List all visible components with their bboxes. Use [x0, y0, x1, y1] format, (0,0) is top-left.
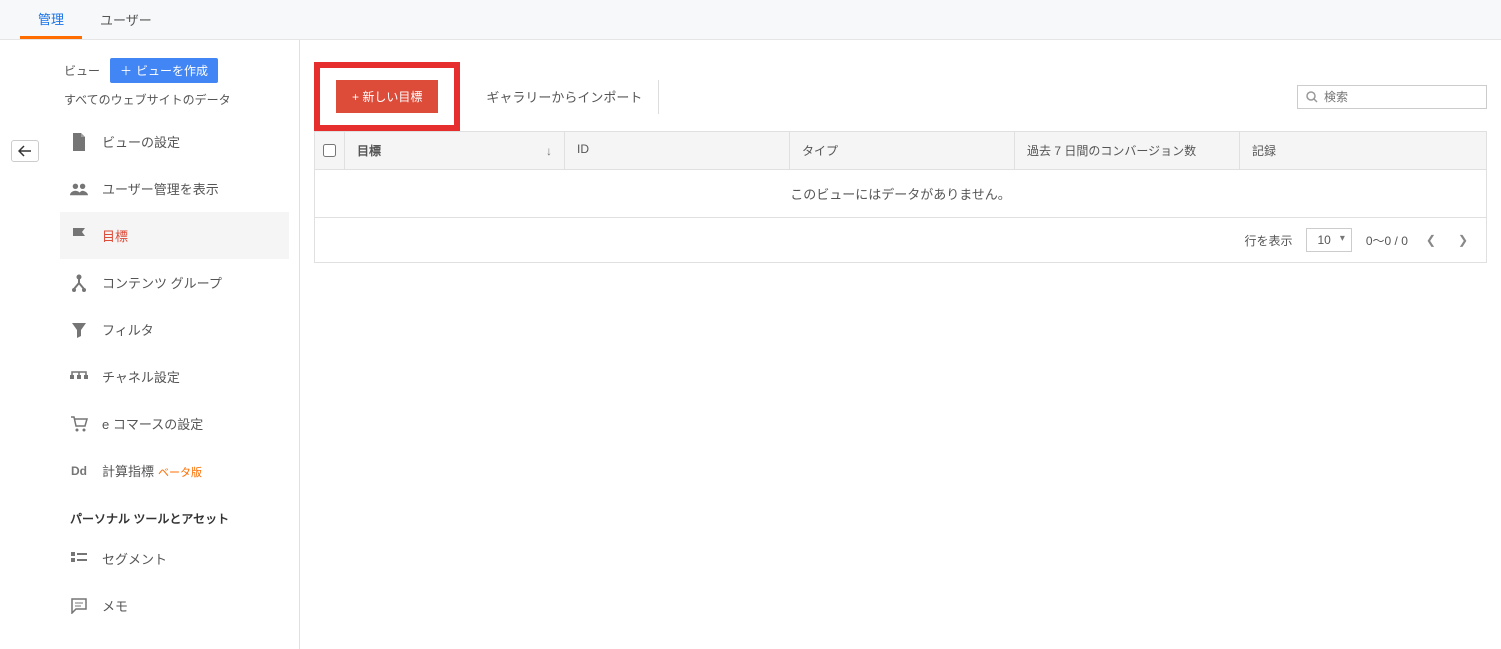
sidebar-item-goals[interactable]: 目標	[60, 212, 289, 259]
cart-icon	[70, 415, 88, 433]
note-icon	[70, 597, 88, 615]
sidebar-item-label: 計算指標ベータ版	[102, 461, 202, 480]
plus-icon: ＋	[120, 62, 132, 79]
dd-icon: Dd	[70, 462, 88, 480]
sidebar-item-label: チャネル設定	[102, 367, 180, 386]
highlight-box: + 新しい目標	[314, 62, 460, 131]
table-header: 目標 ↓ ID タイプ 過去 7 日間のコンバージョン数 記録	[315, 132, 1486, 170]
rows-label: 行を表示	[1244, 232, 1292, 249]
main-area: ビュー ＋ ビューを作成 すべてのウェブサイトのデータ ビューの設定 ユーザー管…	[0, 40, 1501, 649]
funnel-icon	[70, 321, 88, 339]
search-box[interactable]	[1297, 85, 1487, 109]
col-type[interactable]: タイプ	[790, 132, 1015, 169]
next-page-button[interactable]: ❯	[1454, 233, 1472, 247]
segment-icon	[70, 550, 88, 568]
sidebar-item-content-groups[interactable]: コンテンツ グループ	[60, 259, 289, 306]
sidebar-item-notes[interactable]: メモ	[60, 582, 289, 629]
create-view-label: ビューを作成	[136, 62, 208, 79]
sidebar-item-ecommerce[interactable]: e コマースの設定	[60, 400, 289, 447]
channel-icon	[70, 368, 88, 386]
beta-badge: ベータ版	[158, 467, 202, 479]
sidebar-item-label: コンテンツ グループ	[102, 273, 222, 292]
toolbar: + 新しい目標 ギャラリーからインポート	[314, 62, 1487, 131]
import-from-gallery-button[interactable]: ギャラリーからインポート	[470, 80, 659, 114]
sidebar-item-calc-metrics[interactable]: Dd 計算指標ベータ版	[60, 447, 289, 494]
sidebar-item-segments[interactable]: セグメント	[60, 535, 289, 582]
sidebar: ビュー ＋ ビューを作成 すべてのウェブサイトのデータ ビューの設定 ユーザー管…	[50, 40, 300, 649]
sidebar-item-label: メモ	[102, 596, 128, 615]
content-area: + 新しい目標 ギャラリーからインポート 目標 ↓ ID タイプ 過去 7 日間…	[300, 40, 1501, 649]
col-id[interactable]: ID	[565, 132, 790, 169]
flag-icon	[70, 227, 88, 245]
sort-arrow-icon: ↓	[546, 144, 552, 158]
sidebar-item-channel-settings[interactable]: チャネル設定	[60, 353, 289, 400]
page-range: 0～0 / 0	[1366, 232, 1408, 249]
people-icon	[70, 180, 88, 198]
empty-state-message: このビューにはデータがありません。	[315, 170, 1486, 218]
sidebar-item-label: ユーザー管理を表示	[102, 179, 219, 198]
create-view-button[interactable]: ＋ ビューを作成	[110, 58, 218, 83]
view-all-data-label[interactable]: すべてのウェブサイトのデータ	[60, 91, 289, 108]
search-input[interactable]	[1324, 90, 1479, 104]
view-header: ビュー ＋ ビューを作成	[60, 58, 289, 83]
goals-table: 目標 ↓ ID タイプ 過去 7 日間のコンバージョン数 記録 このビューにはデ…	[314, 131, 1487, 263]
table-footer: 行を表示 10 0～0 / 0 ❮ ❯	[315, 218, 1486, 262]
rows-per-page-select[interactable]: 10	[1306, 228, 1351, 252]
personal-tools-heading: パーソナル ツールとアセット	[60, 494, 289, 535]
select-all-checkbox[interactable]	[315, 132, 345, 169]
new-goal-button[interactable]: + 新しい目標	[336, 80, 438, 113]
tab-user[interactable]: ユーザー	[82, 0, 170, 39]
split-icon	[70, 274, 88, 292]
col-record[interactable]: 記録	[1240, 132, 1486, 169]
sidebar-item-label: ビューの設定	[102, 132, 180, 151]
sidebar-item-label: フィルタ	[102, 320, 154, 339]
back-icon[interactable]	[11, 140, 39, 162]
view-label: ビュー	[64, 62, 100, 79]
sidebar-item-label: 目標	[102, 226, 128, 245]
sidebar-item-filters[interactable]: フィルタ	[60, 306, 289, 353]
toolbar-left: + 新しい目標 ギャラリーからインポート	[314, 62, 659, 131]
left-rail	[0, 40, 50, 649]
sidebar-item-label: セグメント	[102, 549, 167, 568]
sidebar-item-label: e コマースの設定	[102, 414, 203, 433]
top-tabs: 管理 ユーザー	[0, 0, 1501, 40]
search-icon	[1306, 91, 1318, 103]
sidebar-item-view-settings[interactable]: ビューの設定	[60, 118, 289, 165]
prev-page-button[interactable]: ❮	[1422, 233, 1440, 247]
tab-admin[interactable]: 管理	[20, 0, 82, 39]
col-conversions[interactable]: 過去 7 日間のコンバージョン数	[1015, 132, 1240, 169]
col-goal[interactable]: 目標 ↓	[345, 132, 565, 169]
document-icon	[70, 133, 88, 151]
sidebar-item-user-mgmt[interactable]: ユーザー管理を表示	[60, 165, 289, 212]
